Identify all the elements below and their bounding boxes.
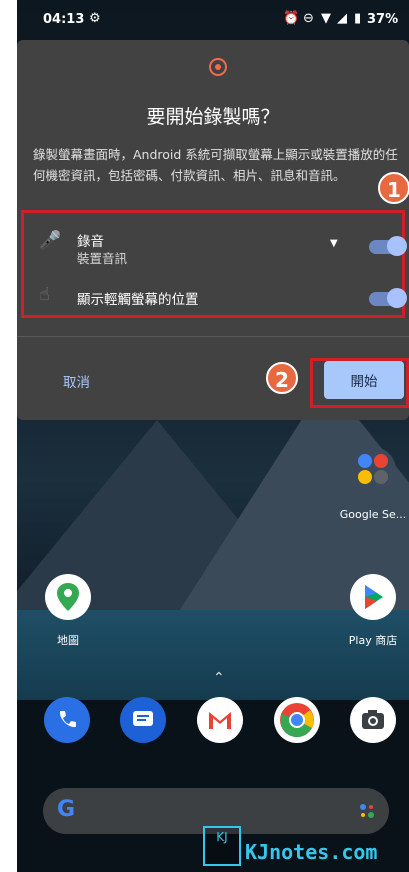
dialog-description: 錄製螢幕畫面時，Android 系統可擷取螢幕上顯示或裝置播放的任何機密資訊，包…	[33, 147, 398, 183]
messages-icon[interactable]	[120, 697, 166, 743]
microphone-icon: 🎤	[39, 230, 62, 251]
wifi-icon: ▼	[321, 11, 331, 26]
maps-label: 地圖	[57, 634, 79, 647]
audio-source-label: 裝置音訊	[77, 251, 128, 266]
watermark-text: KJnotes.com	[245, 840, 378, 864]
record-audio-label: 錄音	[77, 234, 104, 250]
option-show-touches[interactable]: ☝ 顯示輕觸螢幕的位置	[17, 276, 409, 326]
screen-record-icon	[209, 58, 227, 76]
phone-icon[interactable]	[44, 697, 90, 743]
status-bar: 04:13 ⚙ ⏰ ⊖ ▼ ◢ ▮ 37%	[17, 0, 409, 40]
battery-icon: ▮	[354, 11, 362, 26]
app-drawer-chevron-icon[interactable]: ⌃	[213, 670, 225, 686]
phone-screen: 04:13 ⚙ ⏰ ⊖ ▼ ◢ ▮ 37% Google Se... 地圖 Pl…	[17, 0, 409, 872]
google-logo: G	[57, 797, 76, 822]
record-audio-toggle[interactable]	[369, 236, 407, 256]
dialog-title: 要開始錄製嗎？	[146, 106, 280, 128]
play-store-icon	[350, 574, 396, 620]
show-touches-label: 顯示輕觸螢幕的位置	[77, 292, 199, 308]
callout-badge-2: 2	[266, 362, 298, 394]
play-store-label: Play 商店	[348, 634, 398, 647]
maps-icon	[45, 574, 91, 620]
show-touches-toggle[interactable]	[369, 288, 407, 308]
callout-badge-1: 1	[378, 172, 409, 204]
audio-source-dropdown-icon[interactable]: ▼	[330, 238, 338, 249]
option-record-audio[interactable]: 🎤 錄音 裝置音訊 ▼	[17, 222, 409, 272]
signal-icon: ◢	[337, 11, 347, 26]
watermark-logo: KJ	[203, 826, 241, 866]
status-time: 04:13	[43, 12, 85, 27]
alarm-icon: ⏰	[283, 11, 300, 26]
cancel-button[interactable]: 取消	[63, 371, 90, 391]
assistant-icon[interactable]	[359, 803, 375, 819]
dialog-divider	[17, 336, 409, 337]
camera-icon[interactable]	[350, 697, 396, 743]
folder-label: Google Se...	[339, 508, 407, 521]
gmail-icon[interactable]	[197, 697, 243, 743]
touch-icon: ☝	[39, 284, 50, 305]
battery-percent: 37%	[367, 12, 399, 27]
screen-record-dialog: 要開始錄製嗎？ 錄製螢幕畫面時，Android 系統可擷取螢幕上顯示或裝置播放的…	[17, 40, 409, 420]
dnd-icon: ⊖	[303, 11, 314, 26]
start-button[interactable]: 開始	[324, 361, 404, 399]
incognito-icon: ⚙	[89, 11, 101, 26]
folder-icon	[350, 447, 396, 493]
chrome-icon[interactable]	[274, 697, 320, 743]
